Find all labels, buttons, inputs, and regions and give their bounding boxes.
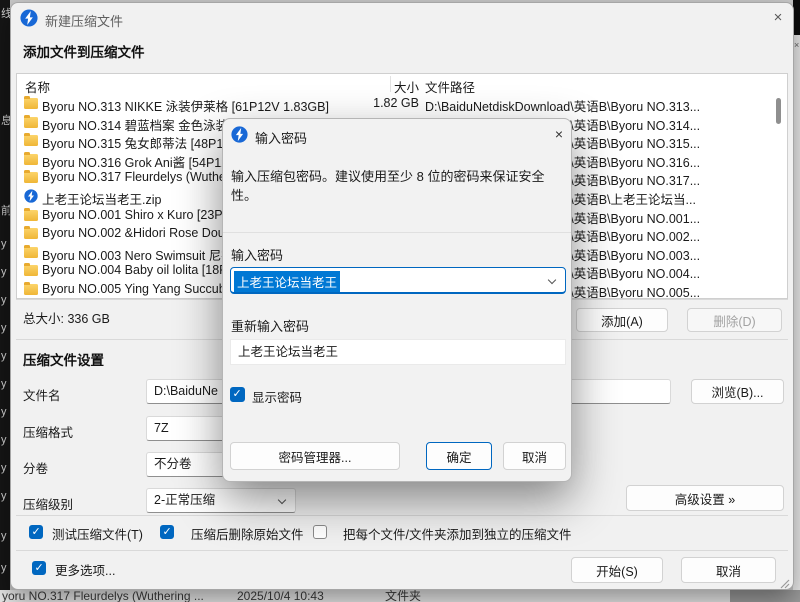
file-size: 1.82 GB (317, 96, 419, 110)
section-title-settings: 压缩文件设置 (23, 349, 104, 369)
separate-archives-label: 把每个文件/文件夹添加到独立的压缩文件 (343, 524, 571, 543)
test-archive-checkbox[interactable] (29, 525, 43, 539)
confirm-password-label: 重新输入密码 (231, 316, 309, 335)
show-password-checkbox[interactable] (230, 387, 245, 402)
background-text-fragment: y (1, 562, 7, 574)
show-password-label: 显示密码 (252, 387, 302, 406)
background-text-fragment: y (1, 238, 7, 250)
filename-label: 文件名 (23, 385, 61, 404)
dialog-close-icon[interactable]: × (549, 124, 569, 144)
file-name: Byoru NO.005 Ying Yang Succub (42, 282, 226, 296)
password-label: 输入密码 (231, 245, 283, 264)
folder-icon (24, 133, 38, 147)
password-combobox[interactable]: 上老王论坛当老王 (230, 267, 566, 294)
background-text-fragment: 前 (1, 202, 10, 218)
background-file-date: 2025/10/4 10:43 (237, 590, 324, 602)
folder-icon (24, 263, 38, 277)
folder-icon (24, 115, 38, 129)
dialog-cancel-button[interactable]: 取消 (503, 442, 566, 470)
window-title: 新建压缩文件 (45, 11, 123, 30)
advanced-settings-button[interactable]: 高级设置 » (626, 485, 784, 511)
level-label: 压缩级别 (23, 494, 73, 513)
background-window-left-edge: 线息前 y y y y y y y y y y y y (0, 0, 10, 590)
close-icon[interactable]: × (767, 8, 789, 28)
app-icon (20, 9, 38, 27)
background-text-fragment: y (1, 462, 7, 474)
chevron-down-icon (278, 496, 286, 504)
volume-value: 不分卷 (154, 457, 192, 471)
resize-grip-icon[interactable] (780, 576, 790, 586)
format-value: 7Z (154, 421, 169, 435)
format-label: 压缩格式 (23, 422, 73, 441)
background-shade (730, 590, 800, 602)
scrollbar[interactable] (773, 95, 785, 299)
list-header[interactable]: 名称 大小 文件路径 (17, 74, 787, 94)
divider (16, 550, 788, 551)
folder-icon (24, 170, 38, 184)
background-window-right-edge: × (793, 0, 800, 590)
delete-after-label: 压缩后删除原始文件 (191, 524, 304, 543)
total-size-label: 总大小: 336 GB (23, 308, 110, 327)
folder-icon (24, 152, 38, 166)
background-text-fragment: y (1, 490, 7, 502)
file-name: Byoru NO.317 Fleurdelys (Wuthe (42, 170, 226, 184)
background-text-fragment: y (1, 434, 7, 446)
background-close-icon: × (794, 40, 799, 50)
chevron-down-icon[interactable] (548, 276, 556, 284)
file-name: Byoru NO.004 Baby oil lolita [18P (42, 263, 228, 277)
more-options-label: 更多选项... (55, 560, 115, 579)
background-file-type: 文件夹 (385, 590, 421, 602)
background-text-fragment: y (1, 266, 7, 278)
volume-label: 分卷 (23, 458, 48, 477)
scrollbar-thumb[interactable] (776, 98, 781, 124)
title-bar[interactable]: 新建压缩文件 × (11, 3, 793, 33)
delete-button[interactable]: 删除(D) (687, 308, 782, 332)
confirm-password-value: 上老王论坛当老王 (238, 345, 338, 359)
background-text-fragment: 线 (1, 5, 10, 21)
more-options-checkbox[interactable] (32, 561, 46, 575)
zip-file-icon (24, 189, 38, 203)
background-text-fragment: y (1, 294, 7, 306)
password-value-selected: 上老王论坛当老王 (234, 271, 340, 292)
folder-icon (24, 282, 38, 296)
background-text-fragment: y (1, 530, 7, 542)
folder-icon (24, 226, 38, 240)
dialog-app-icon (231, 126, 248, 143)
browse-button[interactable]: 浏览(B)... (691, 379, 784, 404)
section-title-add-files: 添加文件到压缩文件 (23, 41, 145, 61)
background-text-fragment: y (1, 406, 7, 418)
divider (223, 232, 571, 233)
add-button[interactable]: 添加(A) (576, 308, 668, 332)
file-name: Byoru NO.002 &Hidori Rose Dou (42, 226, 225, 240)
folder-icon (24, 245, 38, 259)
separate-archives-checkbox[interactable] (313, 525, 327, 539)
start-button[interactable]: 开始(S) (571, 557, 663, 583)
level-select[interactable]: 2-正常压缩 (146, 488, 296, 513)
file-name: Byoru NO.001 Shiro x Kuro [23P1 (42, 208, 230, 222)
background-text-fragment: y (1, 350, 7, 362)
filename-value: D:\BaiduNe (154, 384, 218, 398)
cancel-button[interactable]: 取消 (681, 557, 776, 583)
folder-icon (24, 96, 38, 110)
background-file-name: yoru NO.317 Fleurdelys (Wuthering ... (2, 590, 204, 602)
test-archive-label: 测试压缩文件(T) (52, 524, 143, 543)
dialog-subtitle: 输入压缩包密码。建议使用至少 8 位的密码来保证安全性。 (231, 166, 569, 204)
divider (16, 515, 788, 516)
level-value: 2-正常压缩 (154, 493, 215, 507)
ok-button[interactable]: 确定 (426, 442, 492, 470)
background-text-fragment: y (1, 378, 7, 390)
confirm-password-input[interactable]: 上老王论坛当老王 (230, 339, 566, 365)
password-manager-button[interactable]: 密码管理器... (230, 442, 400, 470)
background-file-row: yoru NO.317 Fleurdelys (Wuthering ... 20… (0, 590, 800, 602)
folder-icon (24, 208, 38, 222)
password-dialog: 输入密码 × 输入压缩包密码。建议使用至少 8 位的密码来保证安全性。 输入密码… (222, 118, 572, 482)
delete-after-checkbox[interactable] (160, 525, 174, 539)
background-dark-strip (793, 0, 800, 35)
table-row[interactable]: Byoru NO.313 NIKKE 泳装伊莱格 [61P12V 1.83GB]… (17, 94, 787, 113)
background-text-fragment: y (1, 322, 7, 334)
background-text-fragment: 息 (1, 112, 10, 128)
dialog-title: 输入密码 (255, 128, 307, 147)
